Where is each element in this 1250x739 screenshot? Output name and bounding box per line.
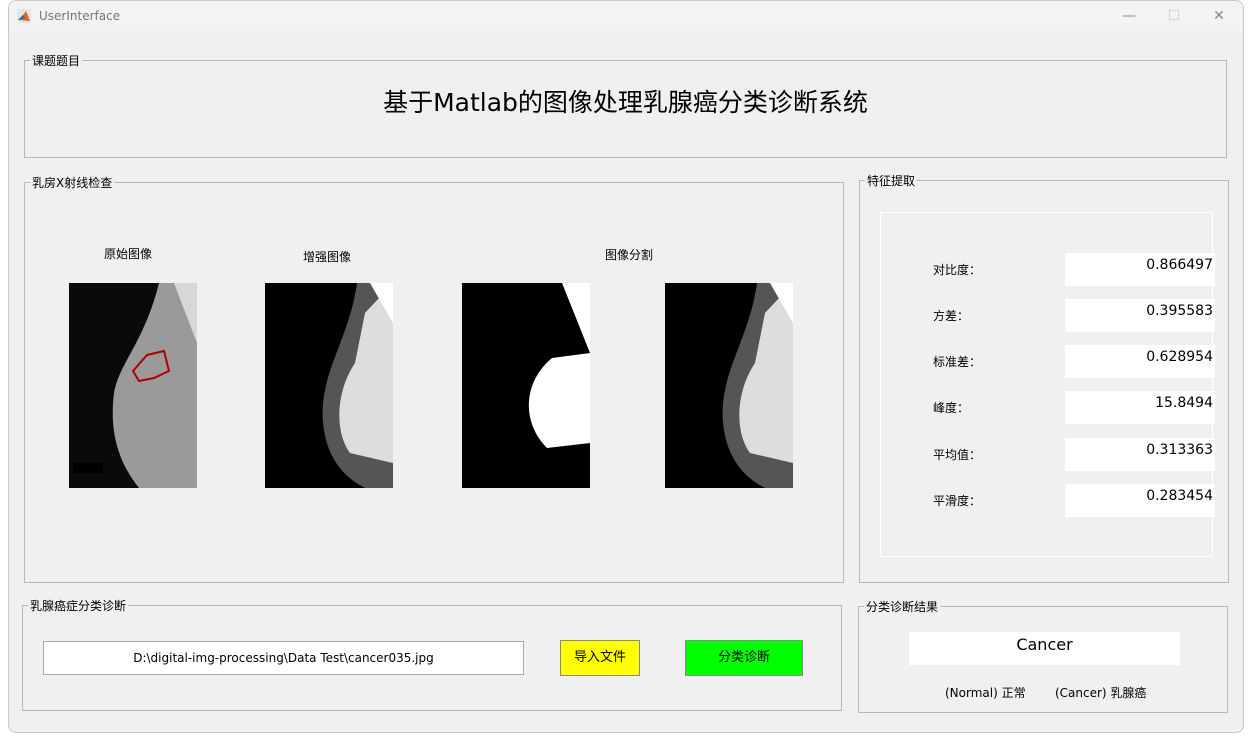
import-file-button[interactable]: 导入文件 <box>560 640 640 676</box>
title-panel: 课题题目 基于Matlab的图像处理乳腺癌分类诊断系统 <box>24 52 1227 158</box>
system-title: 基于Matlab的图像处理乳腺癌分类诊断系统 <box>383 88 868 117</box>
result-value: Cancer <box>909 632 1180 665</box>
result-panel-label: 分类诊断结果 <box>864 598 941 615</box>
file-path-field[interactable]: D:\digital-img-processing\Data Test\canc… <box>43 641 524 675</box>
segmented-image <box>462 283 590 488</box>
enhanced-image <box>265 283 393 488</box>
feature-value: 0.283454 <box>1065 484 1215 517</box>
classify-button[interactable]: 分类诊断 <box>685 640 803 676</box>
segmentation-overlay-image <box>665 283 793 488</box>
segmented-image-caption: 图像分割 <box>605 248 654 262</box>
minimize-button[interactable]: — <box>1114 5 1144 27</box>
feature-value: 0.395583 <box>1065 299 1215 332</box>
feature-label: 对比度： <box>933 263 982 277</box>
feature-value: 0.866497 <box>1065 253 1215 286</box>
xray-panel: 乳房X射线检查 原始图像 增强图像 图像分割 <box>24 174 844 583</box>
xray-panel-label: 乳房X射线检查 <box>30 174 115 191</box>
feature-label: 平滑度： <box>933 494 982 508</box>
features-panel: 特征提取 对比度： 0.866497 方差： 0.395583 标准差： 0.6… <box>859 172 1229 583</box>
features-panel-label: 特征提取 <box>865 172 918 189</box>
feature-value: 0.313363 <box>1065 438 1215 471</box>
feature-value: 15.8494 <box>1065 391 1215 424</box>
title-bar: UserInterface — ☐ ✕ <box>9 1 1243 31</box>
feature-label: 峰度： <box>933 401 970 415</box>
window-title: UserInterface <box>39 9 121 23</box>
diagnosis-panel-label: 乳腺癌症分类诊断 <box>28 597 129 614</box>
matlab-logo-icon <box>17 9 31 23</box>
title-panel-label: 课题题目 <box>30 52 83 69</box>
legend-cancer: (Cancer) 乳腺癌 <box>1055 686 1147 700</box>
app-window: UserInterface — ☐ ✕ 课题题目 基于Matlab的图像处理乳腺… <box>8 0 1244 733</box>
feature-label: 方差： <box>933 309 970 323</box>
feature-value: 0.628954 <box>1065 345 1215 378</box>
feature-label: 平均值： <box>933 448 982 462</box>
enhanced-image-caption: 增强图像 <box>303 250 352 264</box>
diagnosis-panel: 乳腺癌症分类诊断 D:\digital-img-processing\Data … <box>22 597 842 711</box>
result-panel: 分类诊断结果 Cancer (Normal) 正常 (Cancer) 乳腺癌 <box>858 598 1228 713</box>
maximize-button[interactable]: ☐ <box>1159 5 1189 27</box>
close-button[interactable]: ✕ <box>1204 5 1234 27</box>
original-image <box>69 283 197 488</box>
original-image-caption: 原始图像 <box>104 247 153 261</box>
features-box: 对比度： 0.866497 方差： 0.395583 标准差： 0.628954… <box>880 212 1215 557</box>
feature-label: 标准差： <box>933 355 982 369</box>
legend-normal: (Normal) 正常 <box>945 686 1026 700</box>
